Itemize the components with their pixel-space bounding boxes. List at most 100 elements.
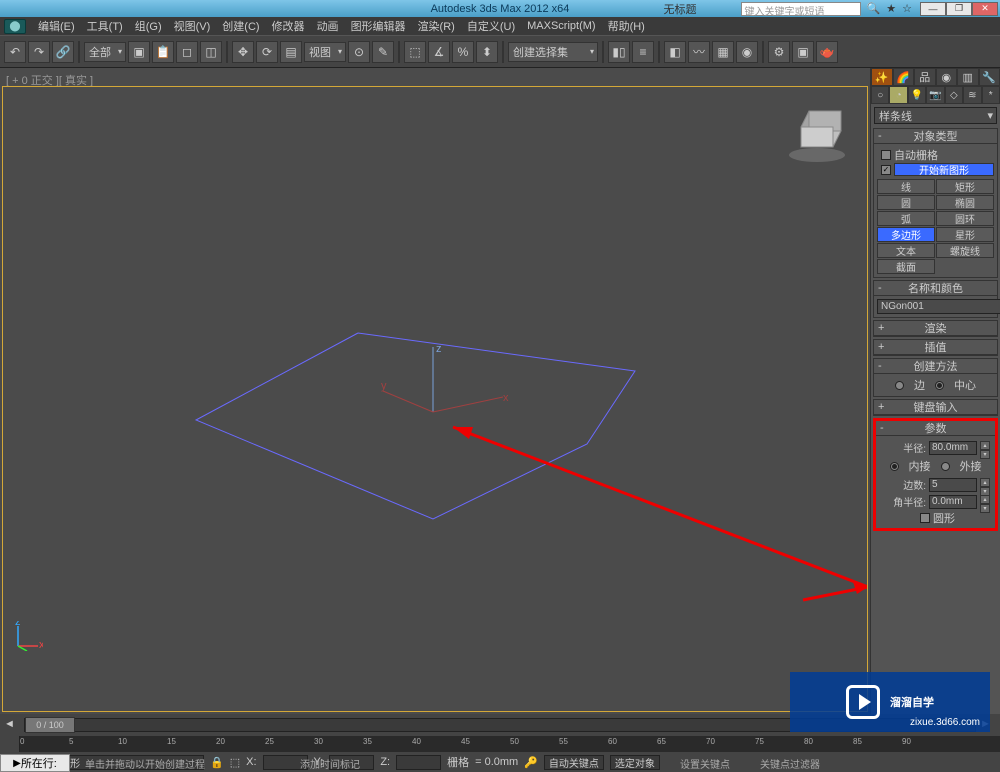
center-radio[interactable] [935,381,944,390]
create-tab[interactable]: ✨ [871,68,893,86]
radius-spinner[interactable]: 80.0mm [929,441,977,455]
rectangle-button[interactable]: 矩形 [936,179,994,194]
select-name-button[interactable]: 📋 [152,41,174,63]
arc-button[interactable]: 弧 [877,211,935,226]
z-field[interactable] [396,755,441,770]
keyfilter-button[interactable]: 关键点过滤器 [760,756,820,771]
collapse-icon[interactable]: - [878,360,882,372]
spacewarps-cat[interactable]: ≋ [963,86,981,104]
scale-button[interactable]: ▤ [280,41,302,63]
ellipse-button[interactable]: 椭圆 [936,195,994,210]
link-button[interactable]: 🔗 [52,41,74,63]
trackbar-toggle[interactable] [0,736,20,752]
named-selection-combo[interactable]: 创建选择集 [508,42,598,62]
coord-mode-icon[interactable]: ⬚ [230,756,240,769]
redo-button[interactable]: ↷ [28,41,50,63]
object-name-input[interactable] [877,299,1000,314]
circumscribed-radio[interactable] [941,462,950,471]
display-tab[interactable]: ▥ [957,68,979,86]
setkey-button[interactable]: 设置关键点 [680,756,730,771]
maximize-button[interactable]: ❐ [946,2,972,16]
menu-group[interactable]: 组(G) [129,17,168,35]
minimize-button[interactable]: — [920,2,946,16]
subcategory-combo[interactable]: 样条线 [874,107,997,124]
star-icon[interactable]: ★ [886,2,896,15]
cornerrad-spinner-buttons[interactable]: ▴▾ [980,495,990,509]
menu-create[interactable]: 创建(C) [216,17,265,35]
keyboard-entry-rollout[interactable]: +键盘输入 [873,399,998,416]
collapse-icon[interactable]: - [878,130,882,142]
expand-icon[interactable]: + [878,401,884,413]
selkey-combo[interactable]: 选定对象 [610,755,660,770]
expand-icon[interactable]: + [878,322,884,334]
collapse-icon[interactable]: - [878,282,882,294]
text-button[interactable]: 文本 [877,243,935,258]
menu-tools[interactable]: 工具(T) [81,17,129,35]
line-button[interactable]: 线 [877,179,935,194]
menu-animation[interactable]: 动画 [311,17,345,35]
circle-button[interactable]: 圆 [877,195,935,210]
lock-icon[interactable]: 🔒 [210,756,224,769]
percent-snap-toggle[interactable]: % [452,41,474,63]
timeline-left-button[interactable]: ◄ [4,718,20,732]
autogrid-checkbox[interactable] [881,150,891,160]
time-slider-thumb[interactable]: 0 / 100 [25,717,75,733]
expand-icon[interactable]: + [878,341,884,353]
hierarchy-tab[interactable]: 品 [914,68,936,86]
material-button[interactable]: ◉ [736,41,758,63]
viewport[interactable]: z x y z x [2,86,868,712]
menu-grapheditors[interactable]: 图形编辑器 [345,17,412,35]
collapse-icon[interactable]: - [880,422,884,434]
geometry-cat[interactable]: ○ [871,86,889,104]
addtime-button[interactable]: 添加时间标记 [300,756,360,771]
render-frame-button[interactable]: ▣ [792,41,814,63]
menu-customize[interactable]: 自定义(U) [461,17,521,35]
radius-spinner-buttons[interactable]: ▴▾ [980,441,990,455]
pivot-button[interactable]: ⊙ [348,41,370,63]
close-button[interactable]: ✕ [972,2,998,16]
star-button[interactable]: 星形 [936,227,994,242]
help-icon[interactable]: 🔍 [867,2,881,15]
shapes-cat[interactable]: ◔ [889,86,907,104]
align-button[interactable]: ≡ [632,41,654,63]
lights-cat[interactable]: 💡 [908,86,926,104]
refcoord-combo[interactable]: 视图 [304,42,346,62]
key-icon[interactable]: 🔑 [524,756,538,769]
helpers-cat[interactable]: ◇ [945,86,963,104]
track-bar[interactable]: 0510 152025 303540 455055 606570 758085 … [0,736,1000,752]
menu-help[interactable]: 帮助(H) [602,17,651,35]
donut-button[interactable]: 圆环 [936,211,994,226]
utilities-tab[interactable]: 🔧 [979,68,1000,86]
menu-modifiers[interactable]: 修改器 [266,17,311,35]
render-setup-button[interactable]: ⚙ [768,41,790,63]
startnew-button[interactable]: 开始新图形 [894,163,994,176]
startnew-checkbox[interactable]: ✓ [881,165,891,175]
section-button[interactable]: 截面 [877,259,935,274]
menu-edit[interactable]: 编辑(E) [32,17,81,35]
search-input[interactable]: 键入关键字或短语 [741,2,861,16]
window-crossing-button[interactable]: ◫ [200,41,222,63]
circular-checkbox[interactable] [920,513,930,523]
autokey-button[interactable]: 自动关键点 [544,755,604,770]
select-button[interactable]: ▣ [128,41,150,63]
edge-radio[interactable] [895,381,904,390]
schematic-button[interactable]: ▦ [712,41,734,63]
menu-render[interactable]: 渲染(R) [412,17,461,35]
motion-tab[interactable]: ◉ [936,68,958,86]
interp-rollout[interactable]: +插值 [873,339,998,356]
inscribed-radio[interactable] [890,462,899,471]
select-rect-button[interactable]: ◻ [176,41,198,63]
helix-button[interactable]: 螺旋线 [936,243,994,258]
ngon-button[interactable]: 多边形 [877,227,935,242]
cameras-cat[interactable]: 📷 [926,86,944,104]
mirror-button[interactable]: ▮▯ [608,41,630,63]
snap-toggle[interactable]: ⬚ [404,41,426,63]
sides-spinner-buttons[interactable]: ▴▾ [980,478,990,492]
render-rollout[interactable]: +渲染 [873,320,998,337]
cornerrad-spinner[interactable]: 0.0mm [929,495,977,509]
curve-editor-button[interactable]: 〰 [688,41,710,63]
menu-view[interactable]: 视图(V) [168,17,217,35]
angle-snap-toggle[interactable]: ∡ [428,41,450,63]
modify-tab[interactable]: 🌈 [893,68,915,86]
render-button[interactable]: 🫖 [816,41,838,63]
